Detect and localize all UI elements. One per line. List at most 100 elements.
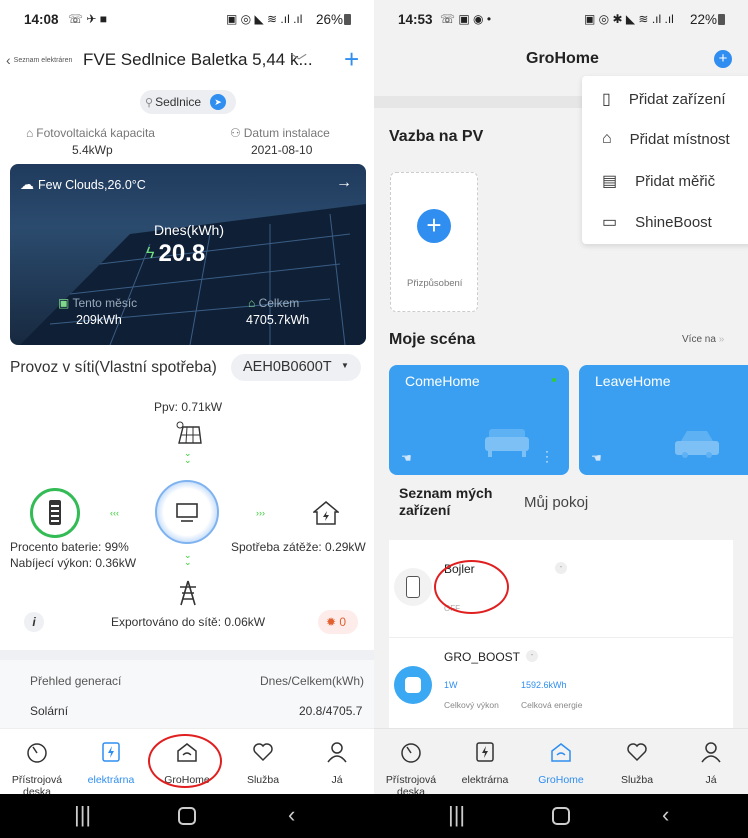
- highlight-circle: [148, 734, 222, 788]
- back-button[interactable]: ‹ Seznam elektráren: [6, 52, 72, 68]
- home-nav-icon[interactable]: [178, 807, 196, 825]
- groboost-icon: [405, 677, 421, 693]
- android-nav-bar: ||| ‹: [374, 794, 748, 838]
- month-value: 209kWh: [76, 313, 122, 327]
- status-time: 14:53: [398, 12, 433, 27]
- pv-capacity-label: ⌂ Fotovoltaická kapacita: [26, 126, 155, 140]
- tab-dashboard[interactable]: Přístrojová deska: [0, 728, 74, 798]
- tab-me[interactable]: Já: [300, 728, 374, 792]
- tab-my-room[interactable]: Můj pokoj: [524, 494, 588, 511]
- menu-shineboost[interactable]: ▭ ShineBoost: [602, 212, 712, 232]
- panel-icon: ⌂: [26, 126, 34, 140]
- device-select[interactable]: AEH0B0600T ▼: [231, 354, 361, 381]
- battery-circle[interactable]: [30, 488, 80, 538]
- scene-card-leavehome[interactable]: LeaveHome ☚: [579, 365, 748, 475]
- menu-add-device[interactable]: ▯ Přidat zařízení: [602, 89, 726, 109]
- add-icon[interactable]: +: [714, 50, 732, 68]
- device-icon: ▯: [602, 91, 611, 108]
- flow-right-arrows: ›››: [256, 508, 265, 518]
- arrow-right-icon[interactable]: →: [336, 174, 352, 192]
- device-energy-label: Celková energie: [521, 700, 583, 710]
- boost-icon: ▭: [602, 214, 618, 231]
- flow-down-arrows-grid: ⌄ ⌄: [184, 550, 192, 567]
- back-nav-icon[interactable]: ‹: [662, 802, 669, 828]
- ppv-value: Ppv: 0.71kW: [154, 400, 223, 414]
- bolt-icon: ϟ: [146, 245, 155, 262]
- heart-hand-icon: [627, 743, 647, 762]
- solar-summary-card[interactable]: ☁ Few Clouds,26.0°C → Dnes(kWh) ϟ 20.8 ▣ …: [10, 164, 366, 345]
- device-energy: 1592.6kWh: [521, 680, 567, 690]
- device-name: GRO_BOOST: [444, 650, 521, 664]
- load-power: Spotřeba zátěže: 0.29kW: [231, 540, 366, 554]
- groboost-icon-bg: [394, 666, 432, 704]
- tab-grohome[interactable]: GroHome: [524, 728, 598, 792]
- tab-dashboard[interactable]: Přístrojová deska: [374, 728, 448, 798]
- grid-mode-label: Provoz v síti(Vlastní spotřeba): [10, 359, 217, 376]
- solar-panel-icon: [176, 421, 202, 444]
- home-nav-icon[interactable]: [552, 807, 570, 825]
- search-strip: [374, 96, 582, 108]
- info-icon[interactable]: i: [24, 612, 44, 632]
- device-card-groboost[interactable]: GRO_BOOST - 1W Celkový výkon 1592.6kWh C…: [389, 638, 733, 728]
- tab-plant[interactable]: elektrárna: [448, 728, 522, 792]
- scene-card-comehome[interactable]: ComeHome ☚ · · ·: [389, 365, 569, 475]
- menu-add-room[interactable]: ⌂ Přidat místnost: [602, 130, 730, 148]
- scene-name: LeaveHome: [595, 373, 671, 389]
- meter-icon: ▤: [602, 173, 618, 190]
- status-dot-icon: -: [555, 562, 567, 574]
- export-power: Exportováno do sítě: 0.06kW: [111, 615, 266, 629]
- sofa-icon: [485, 429, 529, 457]
- tab-my-devices[interactable]: Seznam mých zařízení: [399, 485, 499, 519]
- recents-icon[interactable]: |||: [74, 802, 91, 828]
- battery-icon: [344, 14, 351, 25]
- pv-binding-title: Vazba na PV: [389, 128, 484, 145]
- recents-icon[interactable]: |||: [448, 802, 465, 828]
- month-label: ▣ Tento měsíc: [58, 296, 138, 310]
- house-load-icon[interactable]: [313, 500, 339, 526]
- more-dots-icon[interactable]: · · ·: [545, 445, 549, 467]
- boiler-icon: [406, 576, 420, 598]
- device-power-label: Celkový výkon: [444, 700, 499, 710]
- flow-left-arrows: ‹‹‹: [110, 508, 119, 518]
- tab-me[interactable]: Já: [674, 728, 748, 792]
- navigate-icon[interactable]: ➤: [210, 94, 226, 110]
- plus-circle-icon: +: [417, 209, 451, 243]
- chevron-down-icon[interactable]: ﹀: [291, 48, 307, 72]
- customize-card[interactable]: + Přizpůsobení: [390, 172, 478, 312]
- back-nav-icon[interactable]: ‹: [288, 802, 295, 828]
- pv-capacity-value: 5.4kWp: [72, 143, 113, 157]
- scene-name: ComeHome: [405, 373, 480, 389]
- gauge-icon: [401, 743, 421, 763]
- android-nav-bar: ||| ‹: [0, 794, 374, 838]
- add-icon[interactable]: +: [344, 44, 359, 75]
- install-date-label: ⚇ Datum instalace: [230, 126, 330, 140]
- caret-down-icon: ▼: [341, 361, 349, 370]
- total-value: 4705.7kWh: [246, 313, 310, 327]
- pin-icon: ⚲: [145, 96, 154, 109]
- more-link[interactable]: Více na »: [682, 334, 724, 345]
- total-label: ⌂ Celkem: [248, 296, 300, 310]
- weather: ☁ Few Clouds,26.0°C: [20, 176, 146, 192]
- tab-plant[interactable]: elektrárna: [74, 728, 148, 792]
- hand-icon: ☚: [591, 451, 602, 465]
- grid-tower-icon: [180, 580, 196, 606]
- hand-icon: ☚: [401, 451, 412, 465]
- user-icon: [327, 742, 347, 763]
- solar-value: 20.8/4705.7: [299, 704, 363, 718]
- alarm-badge[interactable]: ✹ 0: [318, 610, 358, 634]
- right-screen: 14:53 ☏ ▣ ◉ • ▣ ◎ ✱ ◣ ≋ .ıl .ıl 22% GroH…: [374, 0, 748, 838]
- user-icon: [701, 742, 721, 763]
- overview-unit: Dnes/Celkem(kWh): [260, 674, 365, 688]
- home-icon: [551, 743, 571, 762]
- tab-service[interactable]: Služba: [226, 728, 300, 792]
- inverter-circle[interactable]: [155, 480, 219, 544]
- location-badge[interactable]: ⚲ Sedlnice ➤: [140, 90, 236, 114]
- location-text: Sedlnice: [155, 95, 202, 109]
- battery-icon: [718, 14, 725, 25]
- plant-title[interactable]: FVE Sedlnice Baletka 5,44 k...: [83, 50, 313, 70]
- notification-icons: ☏ ✈ ■: [68, 12, 107, 26]
- double-chevron-icon: »: [718, 334, 725, 345]
- menu-add-meter[interactable]: ▤ Přidat měřič: [602, 171, 715, 191]
- tab-service[interactable]: Služba: [600, 728, 674, 792]
- heart-hand-icon: [253, 743, 273, 762]
